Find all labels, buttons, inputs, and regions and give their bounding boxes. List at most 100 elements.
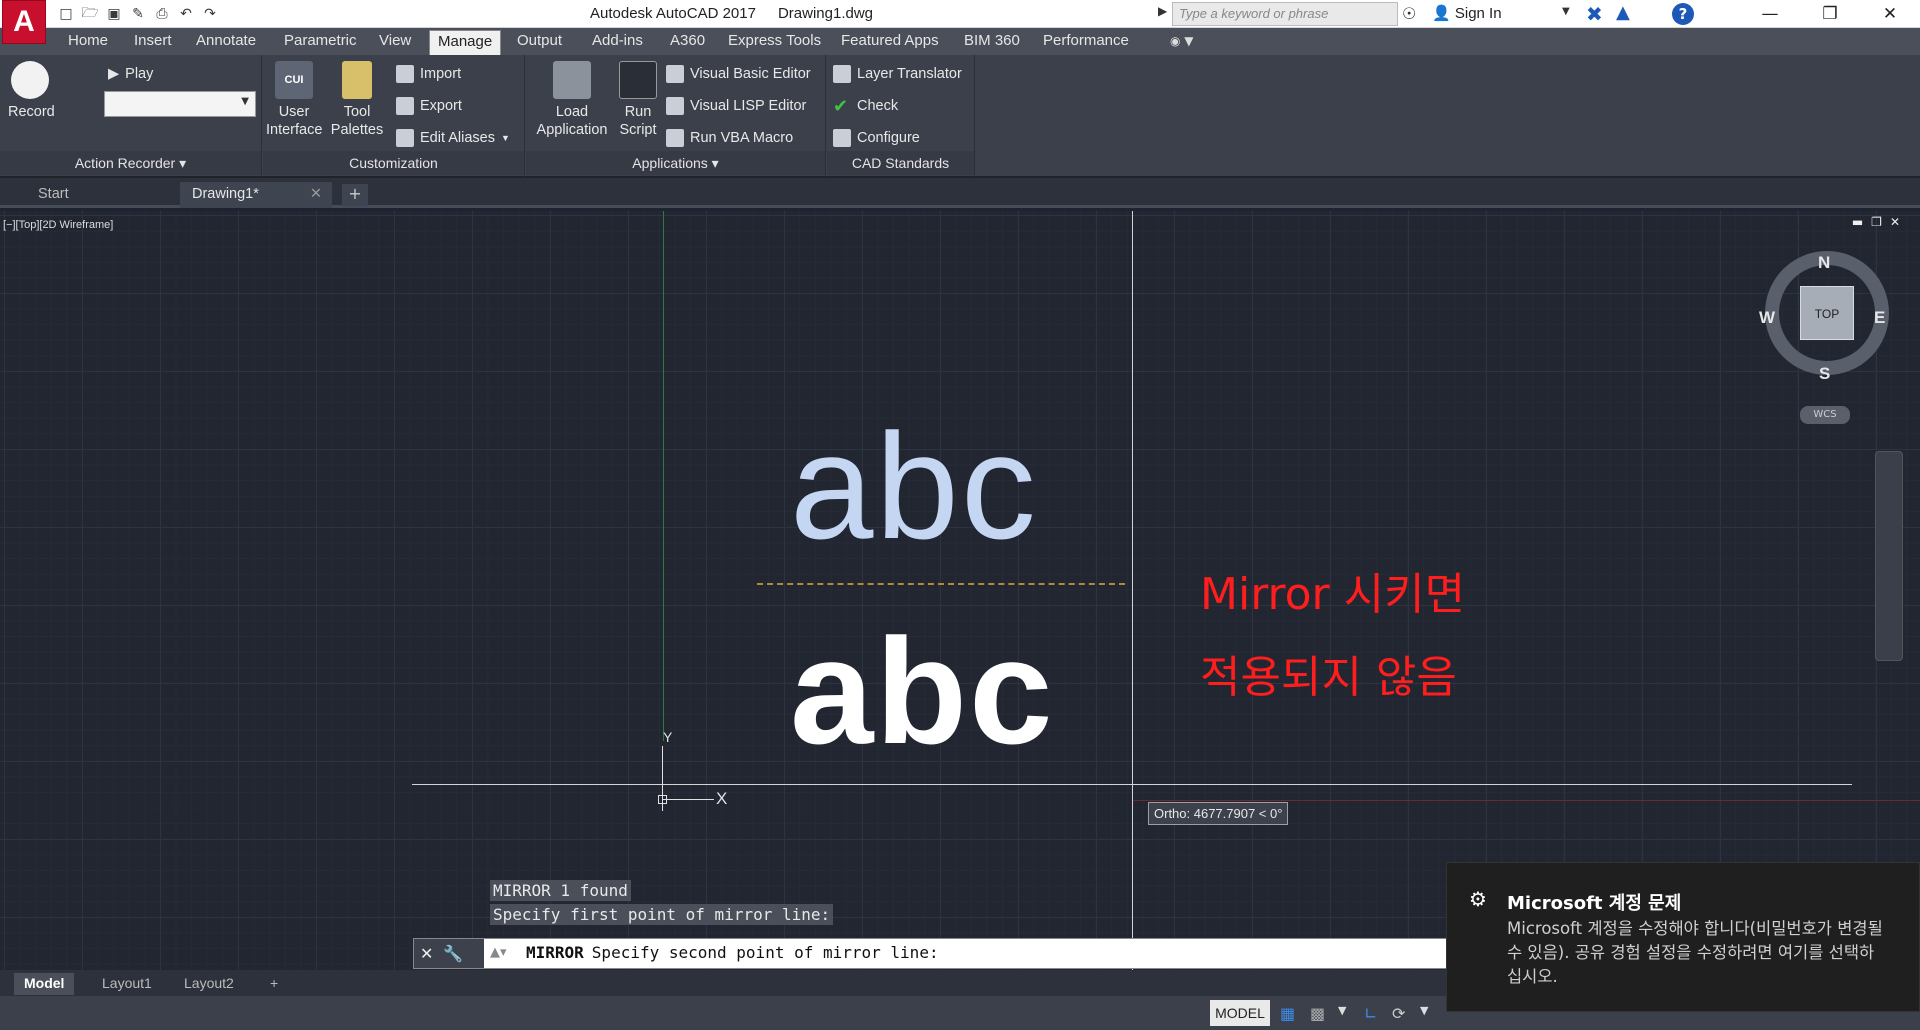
open-icon[interactable]: 🗁 [80, 4, 100, 24]
vb-editor-icon [666, 65, 684, 83]
edit-aliases-icon [396, 129, 414, 147]
text-object-bottom[interactable]: abc [790, 616, 1054, 766]
tab-performance[interactable]: Performance [1041, 32, 1131, 49]
import-button[interactable]: Import [396, 63, 461, 85]
vba-label: Run VBA Macro [690, 130, 794, 146]
configure-button[interactable]: Configure [833, 127, 920, 149]
close-viewport-icon[interactable]: ✕ [1890, 215, 1900, 229]
ribbon-tabs: Home Insert Annotate Parametric View Man… [0, 28, 1920, 55]
run-vba-button[interactable]: Run VBA Macro [666, 127, 793, 149]
record-icon [11, 61, 49, 99]
exchange-apps-icon[interactable]: ✖ [1586, 2, 1603, 26]
tab-view[interactable]: View [377, 32, 413, 49]
tab-manage[interactable]: Manage [429, 30, 502, 55]
print-icon[interactable]: ⎙ [152, 4, 172, 24]
panel-action-recorder: Record ▶ Play ▼ Action Recorder ▾ [0, 55, 262, 177]
ortho-icon[interactable]: ∟ [1364, 1004, 1377, 1023]
application-menu-button[interactable]: A [2, 0, 46, 44]
tab-start[interactable]: Start [0, 182, 178, 208]
search-input[interactable]: Type a keyword or phrase [1172, 2, 1398, 26]
new-icon[interactable]: □ [56, 4, 76, 24]
command-input[interactable]: MIRROR Specify second point of mirror lin… [526, 943, 939, 962]
add-layout-button[interactable]: + [260, 973, 288, 995]
tab-layout2[interactable]: Layout2 [174, 973, 244, 995]
compass-west[interactable]: W [1759, 308, 1775, 328]
chevron-down-icon[interactable]: ▼ [1562, 6, 1570, 17]
ribbon-options-icon[interactable]: ◉ ▼ [1170, 34, 1194, 48]
export-button[interactable]: Export [396, 95, 462, 117]
panel-title[interactable]: Action Recorder ▾ [0, 151, 261, 175]
chevron-down-icon: ▼ [500, 133, 510, 143]
customize-wrench-icon[interactable]: 🔧 [443, 944, 463, 963]
minimize-viewport-icon[interactable]: ▬ [1852, 215, 1863, 229]
panel-title[interactable]: Applications ▾ [526, 151, 825, 175]
tab-layout1[interactable]: Layout1 [92, 973, 162, 995]
sign-in-button[interactable]: 👤 Sign In [1432, 4, 1502, 22]
play-button[interactable]: ▶ Play [108, 63, 153, 85]
import-icon [396, 65, 414, 83]
tab-drawing1[interactable]: Drawing1* ✕ [180, 182, 332, 208]
load-label-2: Application [536, 122, 608, 138]
notification-toast[interactable]: ⚙ Microsoft 계정 문제 Microsoft 계정을 수정해야 합니다… [1446, 862, 1920, 1012]
tab-home[interactable]: Home [66, 32, 110, 49]
tab-express-tools[interactable]: Express Tools [726, 32, 823, 49]
save-icon[interactable]: ▣ [104, 4, 124, 24]
viewport-controls[interactable]: [−][Top][2D Wireframe] [3, 219, 113, 231]
edit-aliases-button[interactable]: Edit Aliases ▼ [396, 127, 510, 149]
minimize-button[interactable]: — [1740, 0, 1800, 28]
tab-output[interactable]: Output [515, 32, 564, 49]
a360-icon[interactable]: ▲ [1616, 2, 1630, 23]
command-line[interactable]: ✕ 🔧 ▲▾ MIRROR Specify second point of mir… [413, 938, 1473, 969]
snap-icon[interactable]: ▩ [1310, 1004, 1325, 1023]
user-interface-button[interactable]: CUI User Interface [266, 61, 322, 139]
chevron-down-icon[interactable]: ▼ [1420, 1004, 1428, 1017]
redo-icon[interactable]: ↷ [200, 4, 220, 24]
navigation-bar[interactable] [1875, 451, 1903, 661]
viewcube-top-face[interactable]: TOP [1800, 286, 1854, 340]
restore-button[interactable]: ❐ [1800, 0, 1860, 28]
recent-commands-icon[interactable]: ▲▾ [490, 945, 507, 960]
close-tab-icon[interactable]: ✕ [310, 186, 322, 202]
run-label-2: Script [619, 122, 657, 138]
vb-editor-button[interactable]: Visual Basic Editor [666, 63, 811, 85]
layer-label: Layer Translator [857, 66, 962, 82]
tab-a360[interactable]: A360 [668, 32, 707, 49]
polar-icon[interactable]: ⟳ [1392, 1004, 1405, 1023]
compass-north[interactable]: N [1818, 253, 1830, 273]
compass-south[interactable]: S [1819, 364, 1830, 384]
restore-viewport-icon[interactable]: ❐ [1871, 215, 1882, 229]
undo-icon[interactable]: ↶ [176, 4, 196, 24]
toast-title: Microsoft 계정 문제 [1507, 893, 1682, 914]
saveas-icon[interactable]: ✎ [128, 4, 148, 24]
drawing-canvas[interactable]: [−][Top][2D Wireframe] ▬ ❐ ✕ abc abc Mir… [0, 211, 1920, 970]
macro-select[interactable]: ▼ [104, 91, 256, 117]
tab-insert[interactable]: Insert [132, 32, 174, 49]
command-history-line-2: Specify first point of mirror line: [490, 904, 834, 925]
new-tab-button[interactable]: + [342, 184, 368, 206]
text-object-top[interactable]: abc [790, 411, 1038, 561]
tool-palettes-button[interactable]: Tool Palettes [329, 61, 385, 139]
layer-translator-button[interactable]: Layer Translator [833, 63, 962, 85]
tab-featured-apps[interactable]: Featured Apps [839, 32, 941, 49]
tab-model[interactable]: Model [14, 973, 75, 995]
model-space-button[interactable]: MODEL [1210, 1000, 1270, 1026]
wcs-menu[interactable]: WCS [1800, 406, 1850, 424]
tab-addins[interactable]: Add-ins [590, 32, 645, 49]
chevron-down-icon[interactable]: ▼ [1338, 1004, 1346, 1017]
record-button[interactable]: Record [8, 61, 55, 121]
grid-icon[interactable]: ▦ [1280, 1004, 1295, 1023]
close-icon[interactable]: ✕ [420, 944, 433, 963]
chevron-down-icon: ▼ [241, 96, 249, 107]
tab-annotate[interactable]: Annotate [194, 32, 258, 49]
load-application-button[interactable]: Load Application [530, 61, 614, 139]
tab-parametric[interactable]: Parametric [282, 32, 359, 49]
binoculars-icon[interactable]: ☉ [1402, 4, 1416, 23]
run-script-button[interactable]: Run Script [615, 61, 661, 139]
search-expand-icon[interactable]: ▶ [1158, 4, 1167, 18]
tab-bim360[interactable]: BIM 360 [962, 32, 1022, 49]
compass-east[interactable]: E [1874, 308, 1885, 328]
close-button[interactable]: ✕ [1860, 0, 1920, 28]
vlisp-editor-button[interactable]: Visual LISP Editor [666, 95, 806, 117]
check-button[interactable]: ✔ Check [833, 95, 898, 117]
help-icon[interactable]: ? [1672, 3, 1694, 25]
